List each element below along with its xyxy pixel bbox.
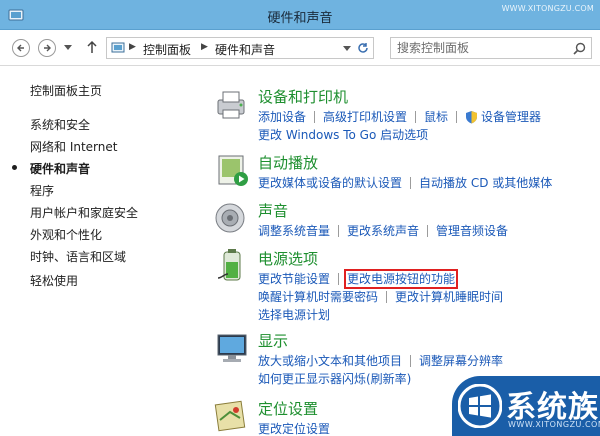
refresh-button[interactable]	[352, 37, 374, 59]
watermark-logo: 系统族 WWW.XITONGZU.COM	[452, 376, 600, 436]
up-arrow-icon[interactable]	[86, 40, 98, 54]
link-change-location-settings[interactable]: 更改定位设置	[258, 422, 330, 436]
link-row: 更改媒体或设备的默认设置 自动播放 CD 或其他媒体	[258, 174, 552, 191]
link-change-power-buttons[interactable]: 更改电源按钮的功能	[344, 269, 459, 289]
back-button[interactable]	[12, 39, 30, 57]
link-row: 放大或缩小文本和其他项目 调整屏幕分辨率	[258, 352, 503, 369]
category-title-power-options[interactable]: 电源选项	[258, 248, 318, 269]
navigation-bar: ▶ 控制面板 ▶ 硬件和声音	[0, 30, 600, 66]
arrow-right-icon	[44, 44, 51, 52]
link-change-power-saving[interactable]: 更改节能设置	[258, 272, 330, 286]
forward-button[interactable]	[38, 39, 56, 57]
uac-shield-icon	[466, 111, 478, 124]
link-choose-power-plan[interactable]: 选择电源计划	[258, 308, 330, 322]
refresh-icon	[357, 43, 368, 53]
link-adjust-volume[interactable]: 调整系统音量	[258, 224, 330, 238]
autoplay-icon[interactable]	[214, 152, 250, 188]
printer-icon[interactable]	[214, 86, 250, 122]
link-adjust-resolution[interactable]: 调整屏幕分辨率	[419, 354, 503, 368]
link-fix-flicker[interactable]: 如何更正显示器闪烁(刷新率)	[258, 372, 411, 386]
battery-icon[interactable]	[214, 248, 250, 284]
link-row: 如何更正显示器闪烁(刷新率)	[258, 370, 411, 387]
breadcrumb-control-panel[interactable]: 控制面板	[143, 41, 191, 58]
link-device-manager[interactable]: 设备管理器	[481, 110, 541, 124]
watermark-logo-url: WWW.XITONGZU.COM	[508, 420, 600, 429]
separator	[314, 111, 316, 123]
windows-logo-icon	[458, 384, 502, 428]
separator	[456, 111, 458, 123]
address-dropdown-chevron-icon[interactable]	[343, 46, 351, 52]
category-title-autoplay[interactable]: 自动播放	[258, 152, 318, 173]
link-change-system-sounds[interactable]: 更改系统声音	[347, 224, 419, 238]
category-title-devices-printers[interactable]: 设备和打印机	[258, 86, 348, 107]
link-change-sleep-time[interactable]: 更改计算机睡眠时间	[395, 290, 503, 304]
category-title-display[interactable]: 显示	[258, 330, 288, 351]
search-box[interactable]	[390, 37, 592, 59]
category-title-location-settings[interactable]: 定位设置	[258, 398, 318, 419]
search-input[interactable]	[397, 40, 567, 56]
current-item-bullet-icon	[12, 165, 17, 170]
separator	[410, 355, 412, 367]
breadcrumb-separator-icon: ▶	[129, 42, 136, 52]
link-row: 更改定位设置	[258, 420, 330, 436]
breadcrumb-separator-icon: ▶	[201, 42, 208, 52]
link-manage-audio-devices[interactable]: 管理音频设备	[436, 224, 508, 238]
link-add-device[interactable]: 添加设备	[258, 110, 306, 124]
separator	[338, 225, 340, 237]
sidebar-item-appearance[interactable]: 外观和个性化	[30, 226, 102, 243]
link-autoplay-cd[interactable]: 自动播放 CD 或其他媒体	[419, 176, 552, 190]
link-row: 调整系统音量 更改系统声音 管理音频设备	[258, 222, 508, 239]
sidebar-item-programs[interactable]: 程序	[30, 182, 54, 199]
link-require-password-wake[interactable]: 唤醒计算机时需要密码	[258, 290, 378, 304]
display-icon[interactable]	[214, 330, 250, 366]
separator	[338, 273, 340, 285]
link-row: 更改 Windows To Go 启动选项	[258, 126, 428, 143]
sidebar-item-hardware-sound[interactable]: 硬件和声音	[30, 160, 90, 177]
search-icon[interactable]	[573, 42, 586, 55]
recent-locations-chevron-icon[interactable]	[64, 45, 72, 51]
link-mouse[interactable]: 鼠标	[424, 110, 448, 124]
watermark-url: WWW.XITONGZU.COM	[501, 4, 594, 13]
link-advanced-printer-setup[interactable]: 高级打印机设置	[323, 110, 407, 124]
location-icon[interactable]	[214, 398, 250, 434]
address-bar[interactable]: ▶ 控制面板 ▶ 硬件和声音	[106, 37, 374, 59]
title-bar: 硬件和声音 WWW.XITONGZU.COM	[0, 0, 600, 30]
control-panel-icon	[111, 42, 125, 53]
sidebar-item-ease-of-access[interactable]: 轻松使用	[30, 272, 78, 289]
link-row: 添加设备 高级打印机设置 鼠标 设备管理器	[258, 108, 541, 125]
breadcrumb-hardware-sound[interactable]: 硬件和声音	[215, 41, 275, 58]
separator	[427, 225, 429, 237]
sidebar-item-control-panel-home[interactable]: 控制面板主页	[30, 82, 102, 99]
link-row: 更改节能设置 更改电源按钮的功能	[258, 269, 459, 289]
sidebar-item-network-internet[interactable]: 网络和 Internet	[30, 138, 117, 155]
link-text-size[interactable]: 放大或缩小文本和其他项目	[258, 354, 402, 368]
link-row: 选择电源计划	[258, 306, 330, 323]
speaker-icon[interactable]	[214, 200, 250, 236]
sidebar-item-clock-language-region[interactable]: 时钟、语言和区域	[30, 248, 126, 265]
sidebar-item-system-security[interactable]: 系统和安全	[30, 116, 90, 133]
separator	[410, 177, 412, 189]
arrow-left-icon	[17, 44, 24, 52]
link-row: 唤醒计算机时需要密码 更改计算机睡眠时间	[258, 288, 503, 305]
link-change-media-defaults[interactable]: 更改媒体或设备的默认设置	[258, 176, 402, 190]
category-title-sound[interactable]: 声音	[258, 200, 288, 221]
link-windows-to-go[interactable]: 更改 Windows To Go 启动选项	[258, 128, 428, 142]
sidebar-item-user-accounts[interactable]: 用户帐户和家庭安全	[30, 204, 138, 221]
left-navigation: 控制面板主页 系统和安全 网络和 Internet 硬件和声音 程序 用户帐户和…	[0, 66, 200, 436]
separator	[386, 291, 388, 303]
separator	[415, 111, 417, 123]
